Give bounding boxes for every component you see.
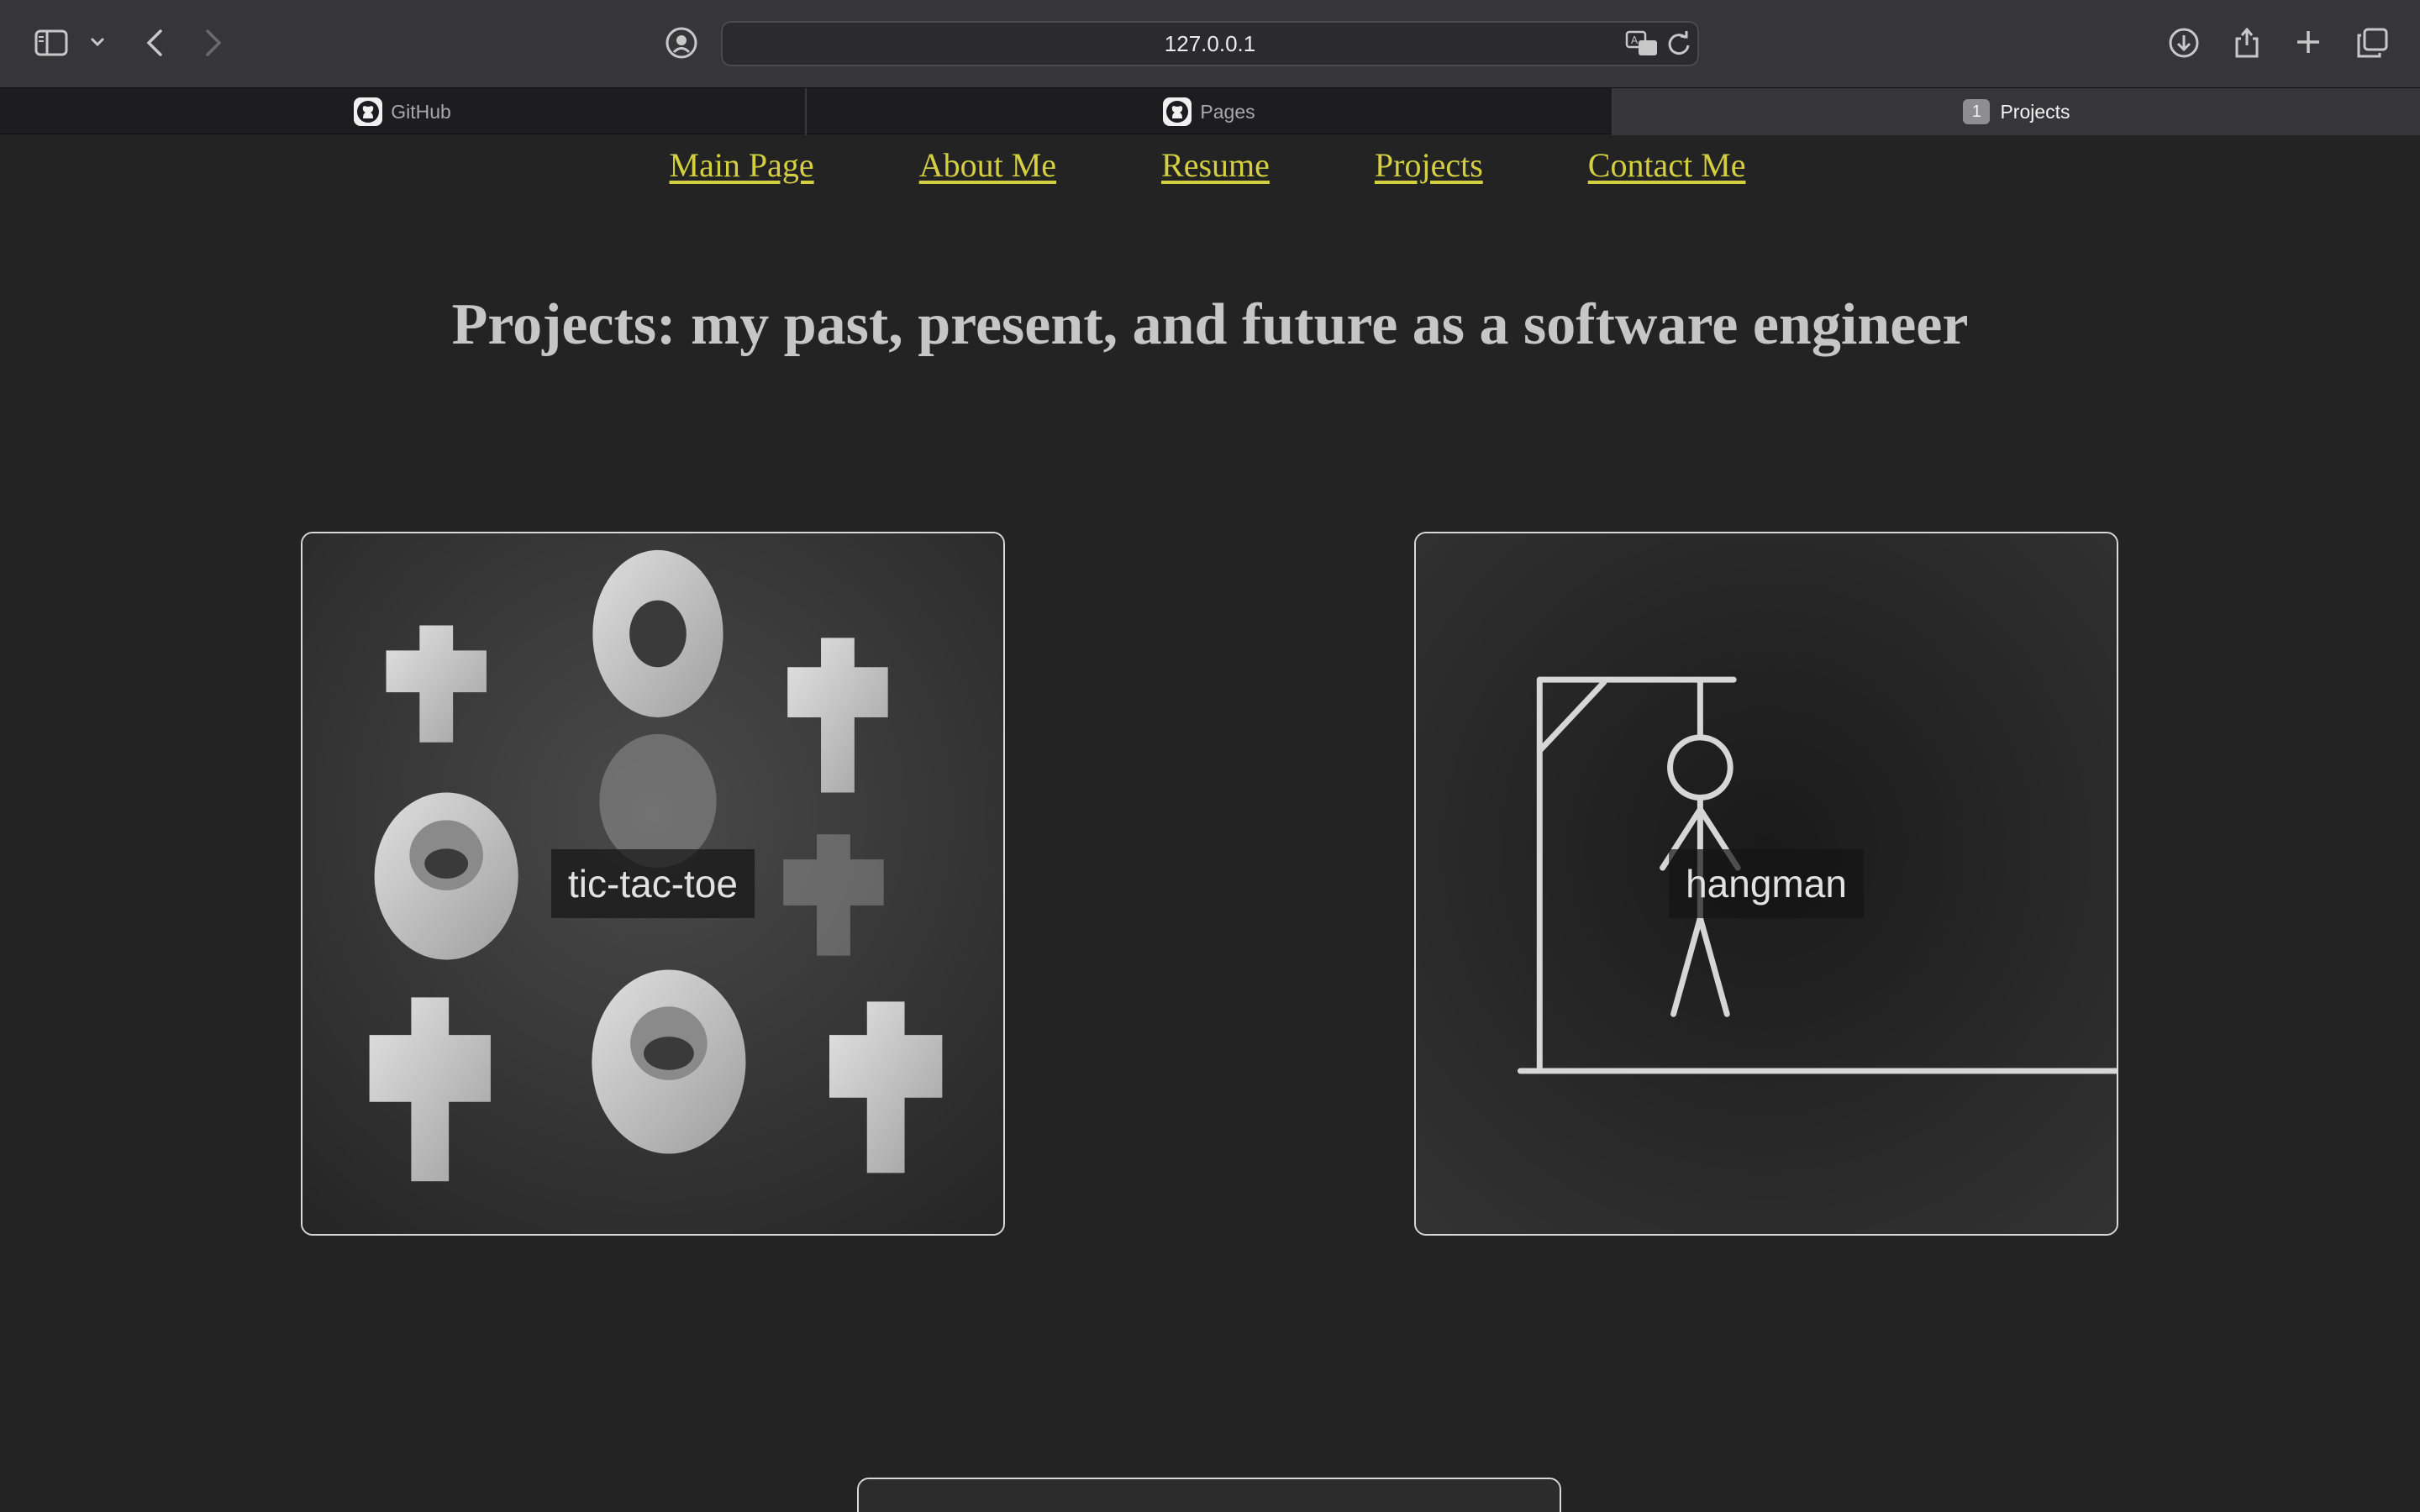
tab-count-badge: 1 xyxy=(1963,99,1991,124)
svg-text:A: A xyxy=(1631,34,1639,46)
project-card-hangman[interactable]: hangman xyxy=(1414,532,2118,1236)
tab-label: GitHub xyxy=(391,100,451,123)
nav-contact-me[interactable]: Contact Me xyxy=(1588,145,1746,185)
main-nav: Main Page About Me Resume Projects Conta… xyxy=(0,145,2420,185)
nav-projects[interactable]: Projects xyxy=(1375,145,1483,185)
tab-pages[interactable]: Pages xyxy=(805,88,1612,135)
tab-label: Pages xyxy=(1200,100,1255,123)
page-content: Main Page About Me Resume Projects Conta… xyxy=(0,135,2420,1512)
page-title: Projects: my past, present, and future a… xyxy=(451,292,1969,357)
translate-icon[interactable]: A xyxy=(1624,29,1660,59)
tab-bar: GitHub Pages 1 Projects xyxy=(0,87,2420,135)
chevron-down-icon[interactable] xyxy=(87,32,108,52)
nav-about-me[interactable]: About Me xyxy=(919,145,1056,185)
github-icon xyxy=(1163,97,1192,126)
tab-projects[interactable]: 1 Projects xyxy=(1612,88,2420,135)
reload-icon[interactable] xyxy=(1665,29,1692,59)
address-bar[interactable]: 127.0.0.1 xyxy=(721,21,1699,66)
project-image-partial xyxy=(859,1479,1560,1512)
nav-resume[interactable]: Resume xyxy=(1161,145,1270,185)
project-label-tic-tac-toe: tic-tac-toe xyxy=(551,849,755,918)
share-icon[interactable] xyxy=(2232,24,2262,60)
download-icon[interactable] xyxy=(2167,25,2201,60)
tab-overview-icon[interactable] xyxy=(2354,25,2390,60)
project-label-hangman: hangman xyxy=(1669,849,1864,918)
tab-github[interactable]: GitHub xyxy=(0,88,805,135)
project-card-tic-tac-toe[interactable]: tic-tac-toe xyxy=(301,532,1005,1236)
sidebar-toggle-icon[interactable] xyxy=(32,25,71,60)
project-card-partial[interactable] xyxy=(857,1478,1561,1512)
forward-arrow-icon[interactable] xyxy=(198,25,229,60)
browser-toolbar: 127.0.0.1 A xyxy=(0,0,2420,87)
privacy-duck-icon[interactable] xyxy=(664,25,699,60)
nav-main-page[interactable]: Main Page xyxy=(670,145,814,185)
github-icon xyxy=(354,97,383,126)
tab-label: Projects xyxy=(2000,100,2070,123)
new-tab-plus-icon[interactable] xyxy=(2293,27,2323,57)
back-arrow-icon[interactable] xyxy=(139,25,170,60)
url-text: 127.0.0.1 xyxy=(1164,30,1256,56)
